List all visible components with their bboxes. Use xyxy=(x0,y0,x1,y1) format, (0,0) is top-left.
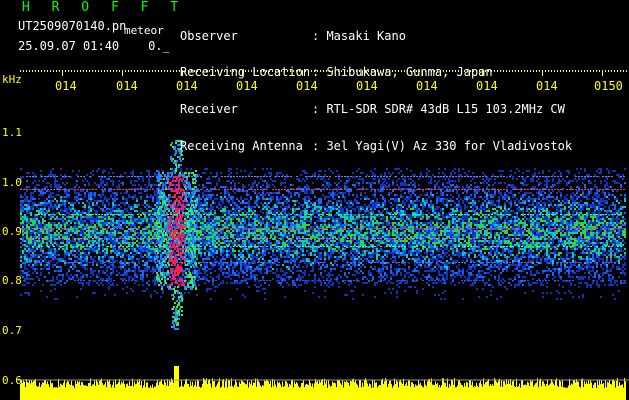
amplitude-trace xyxy=(20,366,626,400)
info-row-location: Receiving Location: Shibukawa, Gunma, Ja… xyxy=(180,65,572,80)
x-tick-label: 014 xyxy=(236,79,258,93)
x-tick-label: 014 xyxy=(416,79,438,93)
x-tick-label: 014 xyxy=(476,79,498,93)
y-tick-label: 1.0 xyxy=(2,176,22,189)
info-key: Receiver xyxy=(180,102,238,117)
info-key: Receiving Location xyxy=(180,65,311,80)
x-tick-label: 014 xyxy=(296,79,318,93)
x-tick-label: 014 xyxy=(356,79,378,93)
info-key: Receiving Antenna xyxy=(180,139,303,154)
info-row-antenna: Receiving Antenna : 3el Yagi(V) Az 330 fo… xyxy=(180,139,573,154)
x-tick-label: 014 xyxy=(116,79,138,93)
info-value: : Shibukawa, Gunma, Japan xyxy=(312,65,493,80)
app-title: H R O F F T xyxy=(22,0,186,15)
info-row-observer: Observer : Masaki Kano xyxy=(180,28,572,43)
timestamp-value: 25.09.07 01:40 xyxy=(18,39,120,53)
y-tick-label: 1.1 xyxy=(2,126,22,139)
info-row-receiver: Receiver : RTL-SDR SDR# 43dB L15 103.2MHz… xyxy=(180,102,572,117)
y-tick-label: 0.8 xyxy=(2,274,22,287)
detection-tag: meteor xyxy=(124,24,164,37)
x-tick-label: 014 xyxy=(55,79,77,93)
y-axis-unit: kHz xyxy=(2,73,22,86)
x-tick-label: 014 xyxy=(536,79,558,93)
timestamp: 25.09.07 01:40 0._ xyxy=(18,40,170,52)
info-value: : 3el Yagi(V) Az 330 for Vladivostok xyxy=(312,139,573,154)
info-value: : RTL-SDR SDR# 43dB L15 103.2MHz CW xyxy=(312,102,565,117)
counter: 0._ xyxy=(148,39,170,53)
y-tick-label: 0.7 xyxy=(2,324,22,337)
info-value: : Masaki Kano xyxy=(312,28,406,43)
x-tick-label: 014 xyxy=(176,79,198,93)
y-tick-label: 0.6 xyxy=(2,374,22,387)
info-key: Observer xyxy=(180,28,238,43)
y-tick-label: 0.9 xyxy=(2,225,22,238)
file-name: UT2509070140.pn xyxy=(18,19,127,33)
x-tick-label: 0150 xyxy=(594,79,623,93)
